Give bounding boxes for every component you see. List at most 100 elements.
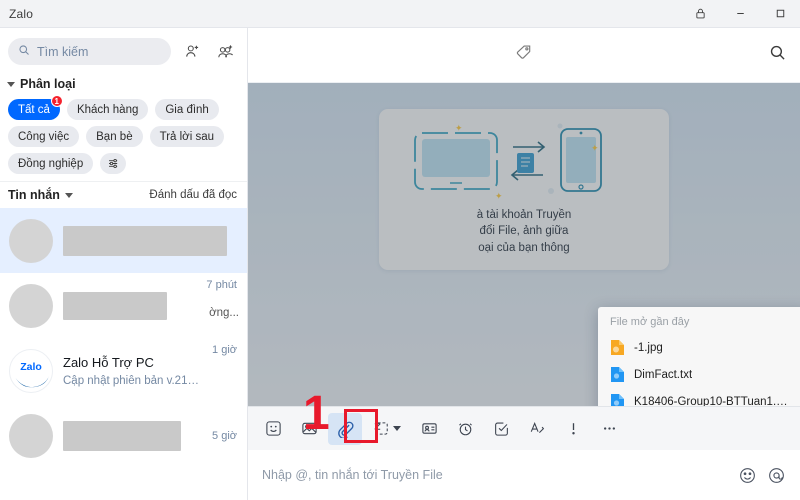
title-bar: Zalo — [0, 0, 800, 28]
category-label: Phân loại — [20, 77, 76, 91]
business-card-icon[interactable] — [412, 413, 446, 445]
sidebar: Tìm kiếm Phân loại Tất cả 1 Khách hàng G… — [0, 28, 248, 500]
conversation-content — [63, 291, 196, 320]
conversation-snippet: ờng... — [209, 307, 239, 319]
menu-item-label: DimFact.txt — [634, 368, 693, 381]
chat-search-icon[interactable] — [769, 44, 786, 66]
promo-description: à tài khoản Truyền đổi File, ảnh giữa oạ… — [395, 207, 653, 256]
promo-card: ✦ ✦ ✦ à tài khoản Truyền đổi File, ảnh g… — [379, 109, 669, 270]
zalo-logo-icon: Zalo — [15, 361, 49, 387]
add-group-icon[interactable] — [213, 39, 239, 65]
promo-line-2: đổi File, ảnh giữa — [479, 225, 569, 238]
sparkle-icon: ✦ — [495, 191, 503, 201]
chevron-down-icon — [64, 192, 73, 198]
message-input[interactable]: Nhập @, tin nhắn tới Truyền File — [262, 468, 728, 482]
image-icon[interactable] — [292, 413, 326, 445]
conversation-content: Zalo Hỗ Trợ PC Cập nhật phiên bản v.21.0… — [63, 355, 202, 387]
attachment-context-menu[interactable]: File mở gần đây -1.jpg DimFact.txt K1840… — [598, 307, 800, 406]
messages-filter[interactable]: Tin nhắn — [8, 188, 73, 202]
redacted-content — [63, 225, 227, 256]
promo-line-3: oại của bạn thông — [478, 241, 570, 254]
attachment-icon[interactable] — [328, 412, 362, 445]
conversation-snippet: Cập nhật phiên bản v.21.03.03... — [63, 374, 202, 387]
chip-label: Tất cả — [18, 103, 50, 116]
search-placeholder: Tìm kiếm — [37, 44, 89, 59]
message-input-row: Nhập @, tin nhắn tới Truyền File — [248, 450, 800, 500]
messages-label: Tin nhắn — [8, 188, 60, 202]
lock-icon[interactable] — [680, 0, 720, 28]
body-wrapper: Tìm kiếm Phân loại Tất cả 1 Khách hàng G… — [0, 28, 800, 500]
sparkle-icon: ✦ — [455, 123, 463, 133]
chip-ban-be[interactable]: Bạn bè — [86, 126, 143, 147]
category-header[interactable]: Phân loại — [0, 73, 247, 94]
conversation-content — [63, 420, 202, 451]
minimize-icon[interactable] — [720, 0, 760, 28]
sticker-icon[interactable] — [256, 413, 290, 445]
device-sync-illustration: ✦ ✦ ✦ — [395, 121, 653, 201]
chip-label: Công việc — [18, 130, 70, 143]
todo-icon[interactable] — [484, 413, 518, 445]
text-file-icon — [610, 393, 625, 406]
list-item[interactable]: Zalo Zalo Hỗ Trợ PC Cập nhật phiên bản v… — [0, 338, 247, 403]
redacted-content — [63, 291, 168, 320]
text-file-icon — [610, 366, 625, 383]
redacted-content — [63, 420, 182, 451]
reminder-icon[interactable] — [448, 413, 482, 445]
svg-text:Zalo: Zalo — [20, 361, 42, 373]
conversation-time: 7 phút — [206, 279, 237, 291]
chevron-down-icon — [7, 81, 15, 87]
menu-item-recent-file[interactable]: K18406-Group10-BTTuan1.mpp — [598, 388, 800, 406]
conversation-time: 5 giờ — [212, 429, 237, 442]
priority-icon[interactable] — [556, 413, 590, 445]
sync-graphic — [414, 123, 602, 194]
image-file-icon — [610, 339, 625, 356]
text-format-icon[interactable] — [520, 413, 554, 445]
search-input[interactable]: Tìm kiếm — [8, 38, 171, 65]
chip-khach-hang[interactable]: Khách hàng — [66, 99, 149, 120]
menu-item-recent-file[interactable]: DimFact.txt — [598, 361, 800, 388]
search-icon — [18, 43, 30, 61]
menu-item-label: -1.jpg — [634, 341, 663, 354]
list-item[interactable]: 5 giờ — [0, 403, 247, 468]
chat-message-area: ✦ ✦ ✦ à tài khoản Truyền đổi File, ảnh g… — [248, 83, 800, 406]
filter-settings-icon[interactable] — [100, 153, 127, 174]
app-title: Zalo — [9, 6, 34, 21]
chip-tra-loi-sau[interactable]: Trả lời sau — [149, 126, 224, 147]
maximize-icon[interactable] — [760, 0, 800, 28]
menu-item-label: K18406-Group10-BTTuan1.mpp — [634, 395, 796, 407]
promo-line-1: à tài khoản Truyền — [476, 209, 572, 221]
tag-icon[interactable] — [515, 43, 534, 67]
zalo-window: Zalo Tìm kiếm Phân loại Tất cả 1 Khách h… — [0, 0, 800, 500]
chip-cong-viec[interactable]: Công việc — [8, 126, 80, 147]
chat-toolbar — [248, 406, 800, 450]
avatar — [9, 283, 53, 328]
chip-label: Gia đình — [165, 103, 209, 116]
list-item[interactable]: 7 phút ờng... — [0, 273, 247, 338]
context-menu-title: File mở gần đây — [610, 316, 690, 328]
avatar — [9, 413, 53, 458]
category-chips: Tất cả 1 Khách hàng Gia đình Công việc B… — [0, 94, 247, 181]
menu-item-recent-file[interactable]: -1.jpg — [598, 334, 800, 361]
conversation-content — [63, 225, 237, 256]
emoji-icon[interactable] — [738, 466, 757, 485]
message-list-header: Tin nhắn Đánh dấu đã đọc — [0, 181, 247, 208]
mark-all-read-button[interactable]: Đánh dấu đã đọc — [149, 189, 237, 201]
mention-icon[interactable] — [767, 466, 786, 485]
chat-header — [248, 28, 800, 83]
chip-label: Khách hàng — [76, 103, 139, 116]
chip-gia-dinh[interactable]: Gia đình — [155, 99, 219, 120]
chip-label: Bạn bè — [96, 130, 133, 143]
search-row: Tìm kiếm — [0, 28, 247, 73]
chip-badge: 1 — [50, 95, 63, 107]
conversation-list[interactable]: 7 phút ờng... Zalo Zalo Hỗ Trợ PC Cập nh… — [0, 208, 247, 500]
chip-label: Trả lời sau — [159, 130, 214, 143]
zalo-card-icon[interactable] — [364, 413, 410, 445]
add-friend-icon[interactable] — [179, 39, 205, 65]
conversation-time: 1 giờ — [212, 344, 237, 356]
sparkle-icon: ✦ — [591, 143, 599, 153]
more-icon[interactable] — [592, 413, 626, 445]
list-item[interactable] — [0, 208, 247, 273]
avatar: Zalo — [9, 348, 53, 393]
chip-dong-nghiep[interactable]: Đồng nghiệp — [8, 153, 94, 174]
chip-tat-ca[interactable]: Tất cả 1 — [8, 95, 63, 120]
